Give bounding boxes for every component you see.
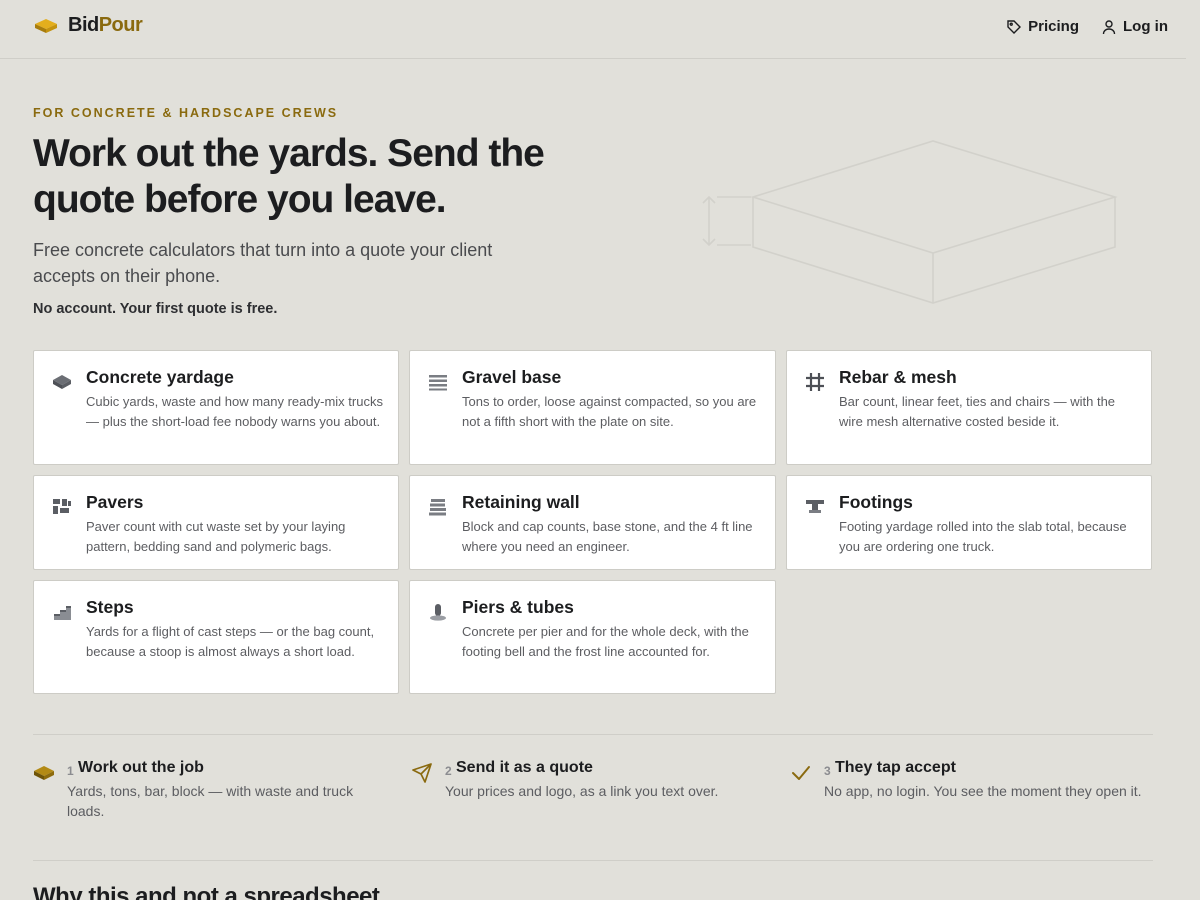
card-title: Gravel base [462, 367, 562, 387]
nav-pricing-label: Pricing [1028, 18, 1079, 35]
card-description: Paver count with cut waste set by your l… [86, 519, 346, 554]
card-description: Cubic yards, waste and how many ready-mi… [86, 394, 383, 429]
divider [33, 734, 1153, 735]
step-description: Your prices and logo, as a link you text… [445, 783, 719, 799]
top-nav: Pricing Log in [984, 18, 1168, 35]
nav-login-label: Log in [1123, 18, 1168, 35]
calculator-card-gravel-base[interactable]: Gravel base Tons to order, loose against… [409, 350, 776, 465]
step-title: Send it as a quote [456, 759, 593, 776]
slab-illustration [702, 140, 1118, 304]
step-number: 3 [824, 764, 831, 778]
check-icon [792, 766, 810, 780]
step-description: No app, no login. You see the moment the… [824, 783, 1142, 799]
step-title: They tap accept [835, 759, 956, 776]
card-description: Tons to order, loose against compacted, … [462, 394, 757, 429]
tag-icon [1007, 19, 1022, 34]
why-section-heading: Why this and not a spreadsheet [33, 883, 380, 900]
step-number: 2 [445, 764, 452, 778]
send-icon [412, 763, 432, 783]
calculator-card-pavers[interactable]: Pavers Paver count with cut waste set by… [33, 475, 399, 570]
step-number: 1 [67, 764, 74, 778]
card-description: Block and cap counts, base stone, and th… [462, 519, 753, 554]
hero-note: No account. Your first quote is free. [33, 301, 278, 317]
divider [33, 860, 1153, 861]
slab-logo-icon [35, 18, 57, 33]
hero-headline: Work out the yards. Send the quote befor… [33, 132, 545, 221]
card-description: Yards for a flight of cast steps — or th… [86, 624, 375, 659]
nav-login-link[interactable]: Log in [1101, 18, 1168, 35]
brand-logo[interactable]: BidPour [34, 14, 143, 37]
calculator-card-rebar-mesh[interactable]: Rebar & mesh Bar count, linear feet, tie… [786, 350, 1152, 465]
card-title: Concrete yardage [86, 367, 234, 387]
pier-icon [430, 604, 446, 621]
card-title: Retaining wall [462, 492, 580, 512]
card-description: Bar count, linear feet, ties and chairs … [839, 394, 1116, 429]
hero-eyebrow: FOR CONCRETE & HARDSCAPE CREWS [33, 106, 339, 120]
brand-name: BidPour [68, 14, 143, 37]
calculator-card-footings[interactable]: Footings Footing yardage rolled into the… [786, 475, 1152, 570]
brand-name-bid: Bid [68, 14, 99, 36]
card-title: Pavers [86, 492, 144, 512]
card-title: Piers & tubes [462, 597, 574, 617]
brand-name-pour: Pour [98, 14, 143, 36]
site-header: BidPour Pricing Log in [0, 0, 1186, 59]
calculator-card-piers-tubes[interactable]: Piers & tubes Concrete per pier and for … [409, 580, 776, 694]
footing-icon [806, 500, 824, 513]
calculator-card-steps[interactable]: Steps Yards for a flight of cast steps —… [33, 580, 399, 694]
calculator-card-retaining-wall[interactable]: Retaining wall Block and cap counts, bas… [409, 475, 776, 570]
card-title: Footings [839, 492, 913, 512]
hero-subhead: Free concrete calculators that turn into… [33, 240, 493, 286]
steps-icon [54, 606, 71, 620]
nav-pricing-link[interactable]: Pricing [1006, 18, 1079, 35]
card-title: Steps [86, 597, 134, 617]
wall-icon [429, 499, 446, 516]
card-title: Rebar & mesh [839, 367, 957, 387]
layers-icon [429, 375, 447, 391]
slab-icon [34, 766, 54, 780]
card-description: Concrete per pier and for the whole deck… [462, 624, 749, 659]
user-icon [1102, 19, 1116, 34]
card-description: Footing yardage rolled into the slab tot… [839, 519, 1127, 554]
grid-icon [806, 373, 824, 391]
step-description: Yards, tons, bar, block — with waste and… [67, 783, 354, 819]
step-title: Work out the job [78, 759, 204, 776]
slab-icon [53, 375, 71, 389]
pavers-icon [53, 499, 71, 514]
calculator-card-concrete-yardage[interactable]: Concrete yardage Cubic yards, waste and … [33, 350, 399, 465]
